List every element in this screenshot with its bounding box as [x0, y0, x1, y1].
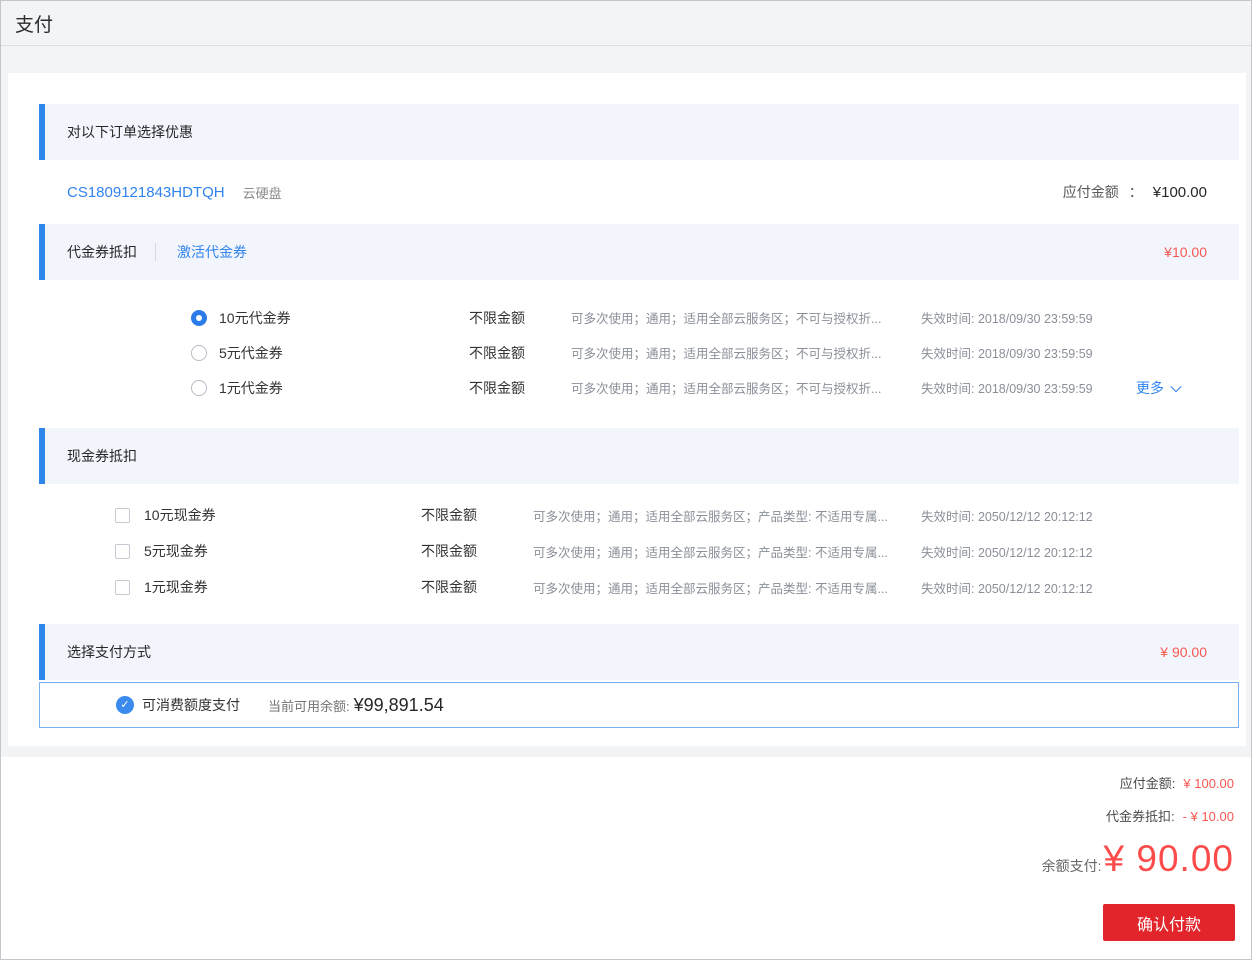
cash-section-header: 现金券抵扣 [39, 428, 1239, 484]
more-vouchers-toggle[interactable]: 更多 [1136, 378, 1182, 398]
order-amount: 应付金额 ： ¥100.00 [1063, 182, 1207, 202]
cash-coupon-description: 可多次使用；通用；适用全部云服务区；产品类型: 不适用专属... [533, 581, 888, 596]
voucher-section-header: 代金券抵扣 激活代金券 ¥10.00 [39, 224, 1239, 280]
voucher-row: 10元代金券 不限金额 可多次使用；通用；适用全部云服务区；不可与授权折... … [39, 300, 1239, 335]
cash-coupon-description: 可多次使用；通用；适用全部云服务区；产品类型: 不适用专属... [533, 509, 888, 524]
voucher-row: 5元代金券 不限金额 可多次使用；通用；适用全部云服务区；不可与授权折... 失… [39, 335, 1239, 370]
voucher-name: 10元代金券 [219, 309, 291, 326]
chevron-down-icon [1170, 380, 1182, 392]
balance-label: 当前可用余额: [268, 698, 350, 714]
order-amount-colon: ： [1128, 184, 1143, 200]
cash-coupon-name: 1元现金券 [144, 579, 208, 595]
summary-due-line: 应付金额: ¥ 100.00 [1120, 773, 1234, 791]
voucher-expire-time: 失效时间: 2018/09/30 23:59:59 [921, 382, 1093, 396]
order-amount-value: ¥100.00 [1152, 183, 1207, 201]
checkbox-cash-10[interactable] [115, 507, 130, 523]
balance-value: ¥99,891.54 [353, 694, 444, 715]
cash-section-title: 现金券抵扣 [67, 448, 137, 464]
summary-voucher-value: - ¥ 10.00 [1182, 809, 1234, 824]
voucher-description: 可多次使用；通用；适用全部云服务区；不可与授权折... [571, 312, 882, 326]
cash-coupon-expire-time: 失效时间: 2050/12/12 20:12:12 [921, 509, 1093, 524]
voucher-limit: 不限金额 [469, 379, 525, 396]
vertical-divider [155, 243, 156, 261]
summary-voucher-line: 代金券抵扣: - ¥ 10.00 [1106, 806, 1234, 824]
cash-coupon-expire-time: 失效时间: 2050/12/12 20:12:12 [921, 581, 1093, 596]
cash-coupon-description: 可多次使用；通用；适用全部云服务区；产品类型: 不适用专属... [533, 545, 888, 560]
summary-pay-label: 余额支付: [1041, 858, 1102, 874]
summary-panel: 应付金额: ¥ 100.00 代金券抵扣: - ¥ 10.00 余额支付: ¥ … [1, 757, 1251, 959]
voucher-list: 10元代金券 不限金额 可多次使用；通用；适用全部云服务区；不可与授权折... … [39, 300, 1239, 405]
payment-method-name: 可消费额度支付 [142, 697, 240, 713]
payment-page: 支付 对以下订单选择优惠 CS1809121843HDTQH 云硬盘 应付金额 … [0, 0, 1252, 960]
summary-due-label: 应付金额: [1119, 776, 1176, 791]
order-amount-label: 应付金额 [1062, 184, 1119, 200]
voucher-expire-time: 失效时间: 2018/09/30 23:59:59 [921, 312, 1093, 326]
cash-coupon-limit: 不限金额 [421, 507, 477, 523]
voucher-limit: 不限金额 [469, 309, 525, 326]
summary-pay-line: 余额支付: ¥ 90.00 [1042, 838, 1234, 886]
voucher-deduction-amount: ¥10.00 [1164, 244, 1207, 260]
cash-coupon-expire-time: 失效时间: 2050/12/12 20:12:12 [921, 545, 1093, 560]
cash-coupon-row: 5元现金券 不限金额 可多次使用；通用；适用全部云服务区；产品类型: 不适用专属… [39, 533, 1239, 569]
summary-pay-value: ¥ 90.00 [1103, 838, 1234, 879]
voucher-limit: 不限金额 [469, 344, 525, 361]
payment-card: 对以下订单选择优惠 CS1809121843HDTQH 云硬盘 应付金额 ： ¥… [8, 73, 1246, 746]
checkbox-cash-5[interactable] [115, 543, 130, 559]
selected-check-icon[interactable]: ✓ [116, 696, 134, 714]
payment-method-section-title: 选择支付方式 [67, 644, 151, 660]
order-product-label: 云硬盘 [242, 185, 282, 201]
summary-voucher-label: 代金券抵扣: [1106, 809, 1175, 824]
payment-method-section-header: 选择支付方式 ¥ 90.00 [39, 624, 1239, 680]
page-title-bar: 支付 [1, 1, 1251, 46]
radio-voucher-1[interactable] [191, 379, 207, 396]
cash-coupon-row: 10元现金券 不限金额 可多次使用；通用；适用全部云服务区；产品类型: 不适用专… [39, 497, 1239, 533]
payment-method-option[interactable]: ✓ 可消费额度支付 当前可用余额: ¥99,891.54 [39, 682, 1239, 728]
order-id-link[interactable]: CS1809121843HDTQH [67, 184, 225, 201]
cash-coupon-row: 1元现金券 不限金额 可多次使用；通用；适用全部云服务区；产品类型: 不适用专属… [39, 569, 1239, 605]
voucher-name: 1元代金券 [219, 379, 283, 396]
page-title: 支付 [15, 15, 54, 36]
activate-voucher-link[interactable]: 激活代金券 [177, 242, 247, 262]
cash-coupon-limit: 不限金额 [421, 543, 477, 559]
voucher-row: 1元代金券 不限金额 可多次使用；通用；适用全部云服务区；不可与授权折... 失… [39, 370, 1239, 405]
cash-coupon-list: 10元现金券 不限金额 可多次使用；通用；适用全部云服务区；产品类型: 不适用专… [39, 497, 1239, 605]
cash-coupon-name: 5元现金券 [144, 543, 208, 559]
more-label: 更多 [1136, 379, 1164, 396]
voucher-section-title: 代金券抵扣 [67, 244, 137, 260]
summary-due-value: ¥ 100.00 [1183, 776, 1234, 791]
voucher-description: 可多次使用；通用；适用全部云服务区；不可与授权折... [571, 347, 882, 361]
voucher-name: 5元代金券 [219, 344, 283, 361]
cash-coupon-name: 10元现金券 [144, 507, 216, 523]
confirm-payment-button[interactable]: 确认付款 [1103, 904, 1235, 941]
checkbox-cash-1[interactable] [115, 579, 130, 595]
cash-coupon-limit: 不限金额 [421, 579, 477, 595]
voucher-expire-time: 失效时间: 2018/09/30 23:59:59 [921, 347, 1093, 361]
radio-voucher-10[interactable] [191, 309, 207, 326]
order-row: CS1809121843HDTQH 云硬盘 应付金额 ： ¥100.00 [39, 160, 1239, 224]
order-section-header: 对以下订单选择优惠 [39, 104, 1239, 160]
payment-amount: ¥ 90.00 [1160, 644, 1207, 660]
order-section-title: 对以下订单选择优惠 [67, 124, 193, 140]
voucher-description: 可多次使用；通用；适用全部云服务区；不可与授权折... [571, 382, 882, 396]
radio-voucher-5[interactable] [191, 344, 207, 361]
